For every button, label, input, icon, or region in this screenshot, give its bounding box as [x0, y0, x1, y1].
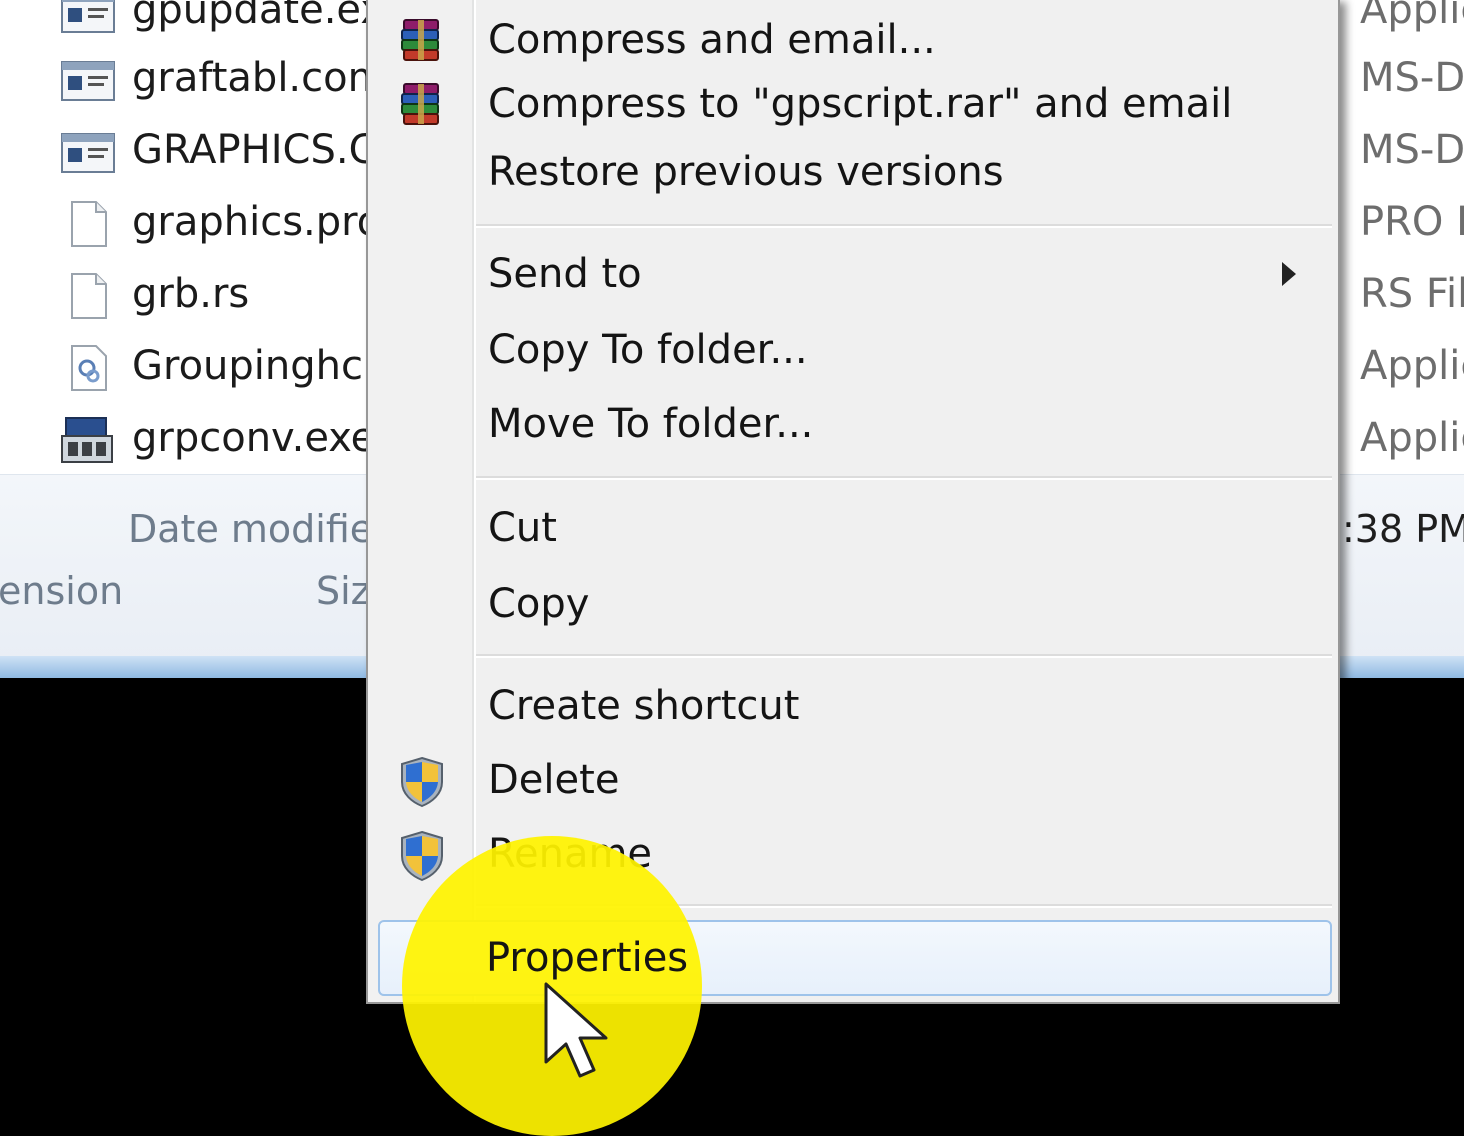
file-name: graftabl.com [132, 55, 387, 101]
file-name: grpconv.exe [132, 415, 376, 461]
menu-separator [476, 904, 1332, 908]
file-name: graphics.pro [132, 199, 382, 245]
menu-item-rename[interactable]: Rename [370, 820, 1336, 888]
file-row-gpupdate[interactable]: gpupdate.exe [60, 0, 407, 40]
menu-label: Copy [488, 581, 590, 627]
submenu-arrow-icon [1282, 262, 1296, 286]
uac-shield-icon [401, 830, 443, 882]
uac-shield-icon [401, 756, 443, 808]
menu-label: Delete [488, 757, 620, 803]
console-app-icon [61, 0, 115, 33]
menu-separator [476, 224, 1332, 228]
menu-item-copy[interactable]: Copy [370, 570, 1336, 638]
file-row-graphics-pro[interactable]: graphics.pro [60, 192, 382, 252]
type-cell: MS-D [1360, 55, 1464, 101]
winrar-icon [401, 19, 439, 61]
menu-label: Send to [488, 251, 642, 297]
console-app-icon [61, 61, 115, 101]
file-name: grb.rs [132, 271, 250, 317]
menu-item-cut[interactable]: Cut [370, 494, 1336, 562]
date-modified-value: :38 PM [1342, 507, 1464, 551]
date-modified-label: Date modified [128, 507, 398, 551]
menu-item-restore-previous-versions[interactable]: Restore previous versions [370, 138, 1336, 206]
type-cell: Applic [1360, 415, 1464, 461]
dll-file-icon [71, 345, 107, 391]
file-row-grb-rs[interactable]: grb.rs [60, 264, 380, 324]
menu-label: Create shortcut [488, 683, 800, 729]
menu-separator [476, 654, 1332, 658]
blank-file-icon [71, 201, 107, 247]
app-icon [61, 417, 113, 463]
type-cell: Applic [1360, 343, 1464, 389]
file-row-grpconv[interactable]: grpconv.exe [60, 408, 380, 468]
menu-item-send-to[interactable]: Send to [370, 240, 1336, 308]
type-cell: RS File [1360, 271, 1464, 317]
menu-label: Cut [488, 505, 557, 551]
size-label: Siz [316, 569, 371, 613]
menu-label: Move To folder... [488, 401, 814, 447]
type-cell: MS-D [1360, 127, 1464, 173]
menu-item-compress-email[interactable]: Compress and email... [370, 6, 1336, 74]
menu-item-create-shortcut[interactable]: Create shortcut [370, 672, 1336, 740]
menu-label: Restore previous versions [488, 149, 1004, 195]
menu-item-copy-to-folder[interactable]: Copy To folder... [370, 316, 1336, 384]
menu-item-delete[interactable]: Delete [370, 746, 1336, 814]
file-row-graftabl[interactable]: graftabl.com [60, 48, 387, 108]
blank-file-icon [71, 273, 107, 319]
menu-item-move-to-folder[interactable]: Move To folder... [370, 390, 1336, 458]
menu-item-compress-rar-email[interactable]: Compress to "gpscript.rar" and email [370, 70, 1336, 138]
file-row-graphics-com[interactable]: GRAPHICS.COM [60, 120, 443, 180]
menu-label: Rename [488, 831, 653, 877]
file-row-groupinghc[interactable]: Groupinghc.dll [60, 336, 423, 396]
menu-separator [476, 476, 1332, 480]
type-cell: PRO F [1360, 199, 1464, 245]
context-menu: Compress and email... Compress to "gpscr… [366, 0, 1340, 1004]
menu-label: Compress and email... [488, 17, 936, 63]
console-app-icon [61, 133, 115, 173]
winrar-icon [401, 83, 439, 125]
menu-label: Copy To folder... [488, 327, 808, 373]
menu-label-properties: Properties [486, 935, 689, 981]
type-cell: Applic [1360, 0, 1464, 33]
extension-label: ension [0, 569, 124, 613]
menu-label: Compress to "gpscript.rar" and email [488, 81, 1233, 127]
